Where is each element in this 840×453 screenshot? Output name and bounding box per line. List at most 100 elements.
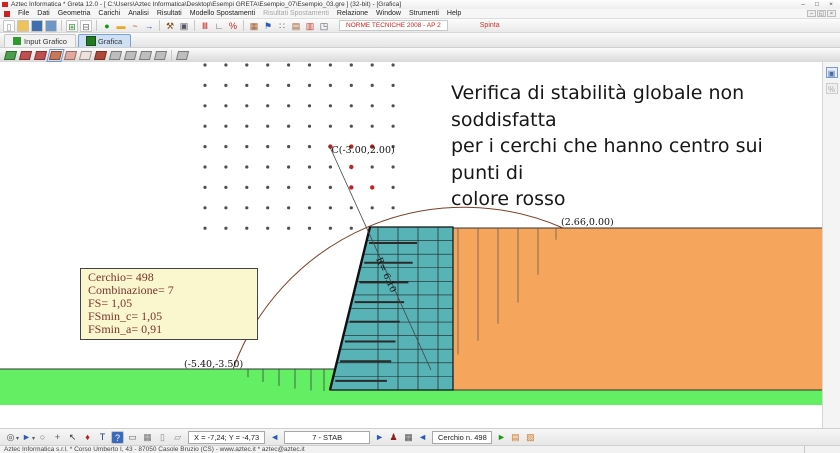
view-diagram-icon[interactable] [94, 51, 107, 60]
marker-icon[interactable]: ♦ [81, 431, 94, 444]
clip-icon[interactable]: ▱ [171, 431, 184, 444]
results-info-box: Cerchio= 498 Combinazione= 7 FS= 1,05 FS… [80, 268, 258, 340]
view-pressures-icon[interactable] [64, 51, 77, 60]
menu-geometria[interactable]: Geometria [58, 10, 91, 17]
save-all-icon[interactable] [45, 20, 57, 32]
verification-message: Verifica di stabilità globale non soddis… [451, 80, 816, 213]
zoom-level-button[interactable]: % [826, 83, 838, 94]
info-fsmin-a: FSmin_a= 0,91 [88, 323, 257, 336]
pointer-icon[interactable]: ↖ [66, 431, 79, 444]
menu-strumenti[interactable]: Strumenti [409, 10, 439, 17]
curve-icon[interactable]: ~ [129, 20, 141, 32]
percent-icon[interactable]: % [227, 20, 239, 32]
prev-combination-button[interactable]: ◄ [270, 431, 279, 444]
circle-tool-icon[interactable]: ○ [36, 431, 49, 444]
new-icon[interactable]: ▯ [3, 20, 15, 32]
separator [96, 20, 97, 31]
menu-carichi[interactable]: Carichi [98, 10, 120, 17]
ruler-icon[interactable]: ▭ [126, 431, 139, 444]
close-button[interactable]: × [824, 0, 838, 9]
person-icon[interactable]: ♟ [387, 431, 400, 444]
status-text: Aztec Informatica s.r.l. * Corso Umberto… [0, 446, 805, 453]
help-icon[interactable]: ? [111, 431, 124, 444]
view-extra4-icon[interactable] [154, 51, 167, 60]
menu-items: File Dati Geometria Carichi Analisi Risultati… [18, 10, 461, 17]
view-stability-icon[interactable] [49, 51, 62, 60]
drawing-canvas[interactable]: C(-3.00,2.00)(2.66,0.00)(-5.40,-3.50)R= … [0, 62, 840, 428]
separator [61, 20, 62, 31]
view-extra2-icon[interactable] [124, 51, 137, 60]
minimize-button[interactable]: – [796, 0, 810, 9]
notebook-icon[interactable]: ▦ [141, 431, 154, 444]
bottom-toolbar: ◎▾►▾○+↖♦T?▭▦▯▱ X = -7,24; Y = -4,73 ◄ 7 … [0, 428, 840, 445]
main-toolbar: ▯⊞⊟●▬~→⚒▣Ⅲ∟%▦⚑∷▤▥◳ NORME TECNICHE 2008 -… [0, 19, 840, 33]
combination-select[interactable]: 7 - STAB [284, 431, 370, 444]
table-calc-icon[interactable]: ⊞ [66, 20, 78, 32]
report-all-icon[interactable]: ▧ [524, 431, 537, 444]
mdi-minimize-button[interactable]: – [807, 10, 816, 17]
menu-bar: File Dati Geometria Carichi Analisi Risultati… [0, 9, 840, 19]
title-bar: Aztec Informatica * Greta 12.0 - [ C:\Us… [0, 0, 840, 9]
view-analysis-icon[interactable] [34, 51, 47, 60]
view-extra1-icon[interactable] [109, 51, 122, 60]
svg-text:(2.66,0.00): (2.66,0.00) [561, 217, 614, 228]
mdi-restore-button[interactable]: ◱ [817, 10, 826, 17]
view-extra3-icon[interactable] [139, 51, 152, 60]
status-right-panel [805, 446, 840, 453]
hammer-icon[interactable]: ⚒ [164, 20, 176, 32]
maximize-button[interactable]: □ [810, 0, 824, 9]
status-bar: Aztec Informatica s.r.l. * Corso Umberto… [0, 445, 840, 453]
circle-select[interactable]: Cerchio n. 498 [432, 431, 492, 444]
loads-icon[interactable]: Ⅲ [199, 20, 211, 32]
next-circle-button[interactable]: ► [497, 431, 506, 444]
menu-risultati-spostamenti: Risultati Spostamenti [263, 10, 329, 17]
prev-circle-button[interactable]: ◄ [418, 431, 427, 444]
view-terrain-icon[interactable] [4, 51, 17, 60]
view-extra5-icon[interactable] [176, 51, 189, 60]
separator [171, 50, 172, 61]
options-icon[interactable]: ▣ [178, 20, 190, 32]
menu-window[interactable]: Window [376, 10, 401, 17]
view-results-icon[interactable] [79, 51, 92, 60]
zoom-icon-dropdown[interactable]: ▾ [16, 435, 19, 442]
crosshair-icon[interactable]: + [51, 431, 64, 444]
menu-relazione[interactable]: Relazione [337, 10, 368, 17]
report-icon[interactable]: ▤ [509, 431, 522, 444]
tab-input-grafico[interactable]: Input Grafico [4, 34, 76, 47]
page-icon[interactable]: ▯ [156, 431, 169, 444]
menu-risultati[interactable]: Risultati [157, 10, 182, 17]
corner-icon[interactable]: ∟ [213, 20, 225, 32]
next-combination-button[interactable]: ► [375, 431, 384, 444]
tab-grafica[interactable]: Grafica [78, 34, 131, 47]
menu-help[interactable]: Help [447, 10, 461, 17]
grid-dots-icon[interactable]: ∷ [276, 20, 288, 32]
sphere-icon[interactable]: ● [101, 20, 113, 32]
menu-analisi[interactable]: Analisi [128, 10, 149, 17]
open-icon[interactable] [17, 20, 29, 32]
layers-icon[interactable]: ▬ [115, 20, 127, 32]
cursor-coordinates: X = -7,24; Y = -4,73 [188, 431, 265, 444]
spinta-label: Spinta [480, 22, 500, 29]
wall-b-icon[interactable]: ▥ [304, 20, 316, 32]
arrow-right-icon[interactable]: → [143, 20, 155, 32]
flags-icon[interactable]: ⚑ [262, 20, 274, 32]
pan-icon-dropdown[interactable]: ▾ [32, 435, 35, 442]
table-section-icon[interactable]: ⊟ [80, 20, 92, 32]
mesh-icon[interactable]: ▦ [248, 20, 260, 32]
menu-modello-spostamenti[interactable]: Modello Spostamenti [190, 10, 255, 17]
mdi-window-controls: –◱× [807, 10, 836, 17]
view-tabs: Input Grafico Grafica [0, 33, 840, 48]
menu-file[interactable]: File [18, 10, 29, 17]
input-grafico-icon [13, 37, 21, 45]
canvas-side-panel: ▣% [822, 62, 840, 428]
window-icon[interactable]: ◳ [318, 20, 330, 32]
mdi-close-button[interactable]: × [827, 10, 836, 17]
menu-dati[interactable]: Dati [37, 10, 49, 17]
document-icon [4, 11, 10, 17]
text-tool-icon[interactable]: T [96, 431, 109, 444]
save-icon[interactable] [31, 20, 43, 32]
fit-view-button[interactable]: ▣ [826, 67, 838, 78]
wall-a-icon[interactable]: ▤ [290, 20, 302, 32]
layout-icon[interactable]: ▦ [402, 431, 415, 444]
view-wall-icon[interactable] [19, 51, 32, 60]
